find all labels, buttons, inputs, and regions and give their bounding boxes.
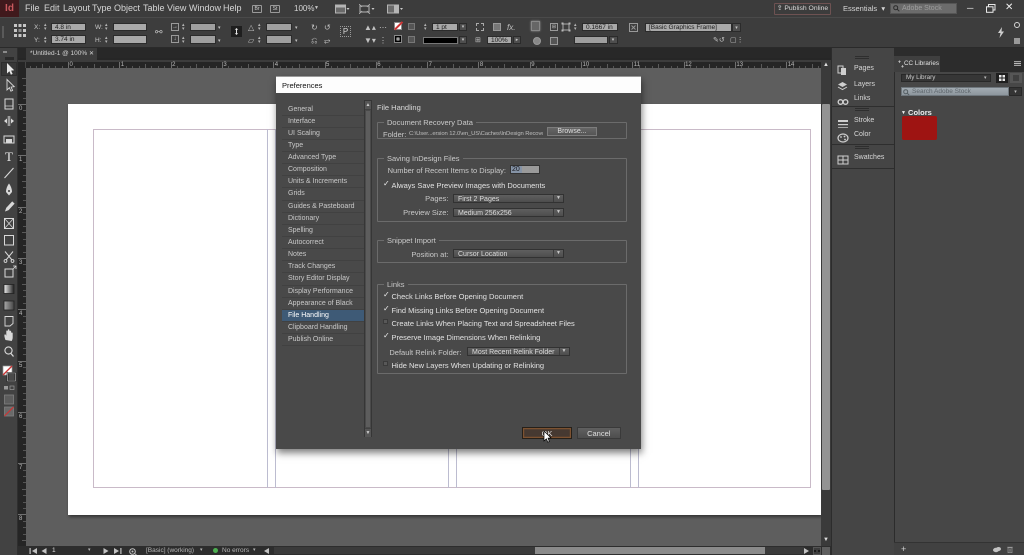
svg-text:T: T (5, 149, 13, 164)
